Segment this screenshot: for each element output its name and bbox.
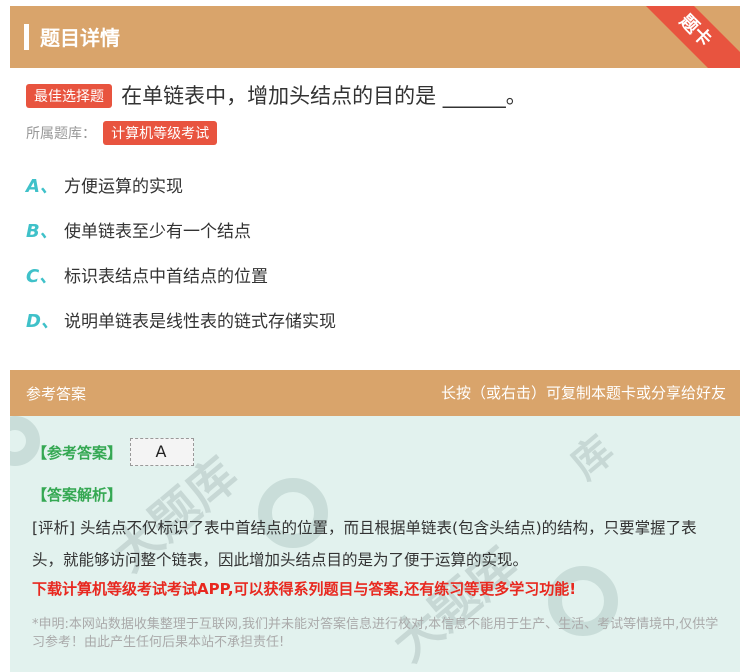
analysis-text: [评析] 头结点不仅标识了表中首结点的位置，而且根据单链表(包含头结点)的结构，… — [32, 519, 697, 569]
option-text: 方便运算的实现 — [64, 177, 183, 197]
option-b[interactable]: B、 使单链表至少有一个结点 — [26, 219, 726, 264]
question-type-tag: 最佳选择题 — [26, 84, 112, 108]
title-accent-bar — [24, 24, 29, 50]
reference-answer-value: A — [130, 438, 195, 466]
disclaimer: *申明:本网站数据收集整理于互联网,我们并未能对答案信息进行校对,本信息不能用于… — [32, 617, 719, 650]
corner-ribbon: 题卡 — [630, 6, 740, 68]
header-bar: 题目详情 题卡 — [10, 6, 740, 68]
share-hint: 长按（或右击）可复制本题卡或分享给好友 — [440, 384, 726, 402]
option-letter: C、 — [26, 266, 58, 287]
bank-label: 所属题库： — [26, 126, 96, 142]
question-text: 在单链表中，增加头结点的目的是 ______。 — [121, 84, 527, 108]
option-letter: B、 — [26, 221, 58, 242]
option-text: 标识表结点中首结点的位置 — [64, 267, 268, 287]
option-letter: D、 — [26, 311, 59, 332]
question-bank-row: 所属题库： 计算机等级考试 — [26, 121, 218, 145]
analysis-label: 【答案解析】 — [32, 486, 123, 504]
option-a[interactable]: A、 方便运算的实现 — [26, 174, 726, 219]
reference-answer-label: 【参考答案】 — [32, 443, 123, 462]
bank-tag[interactable]: 计算机等级考试 — [103, 121, 218, 145]
option-letter: A、 — [26, 176, 58, 197]
watermark-text: 库 — [562, 427, 623, 489]
reference-answer-row: 【参考答案】 A — [32, 438, 195, 466]
answer-header-bar: 参考答案 长按（或右击）可复制本题卡或分享给好友 — [10, 370, 740, 416]
option-d[interactable]: D、 说明单链表是线性表的链式存储实现 — [26, 309, 726, 354]
options-list: A、 方便运算的实现 B、 使单链表至少有一个结点 C、 标识表结点中首结点的位… — [26, 174, 726, 354]
question: 最佳选择题 在单链表中，增加头结点的目的是 ______。 — [26, 80, 726, 110]
answer-body: 大题库 大题库 库 【参考答案】 A 【答案解析】 [评析] 头结点不仅标识了表… — [10, 416, 740, 672]
app-download-promo[interactable]: 下载计算机等级考试考试APP,可以获得系列题目与答案,还有练习等更多学习功能! — [32, 578, 732, 599]
option-c[interactable]: C、 标识表结点中首结点的位置 — [26, 264, 726, 309]
page-title: 题目详情 — [40, 26, 120, 50]
ribbon-label: 题卡 — [630, 6, 740, 68]
answer-section-title: 参考答案 — [26, 385, 87, 403]
option-text: 使单链表至少有一个结点 — [64, 222, 251, 242]
option-text: 说明单链表是线性表的链式存储实现 — [64, 312, 336, 332]
